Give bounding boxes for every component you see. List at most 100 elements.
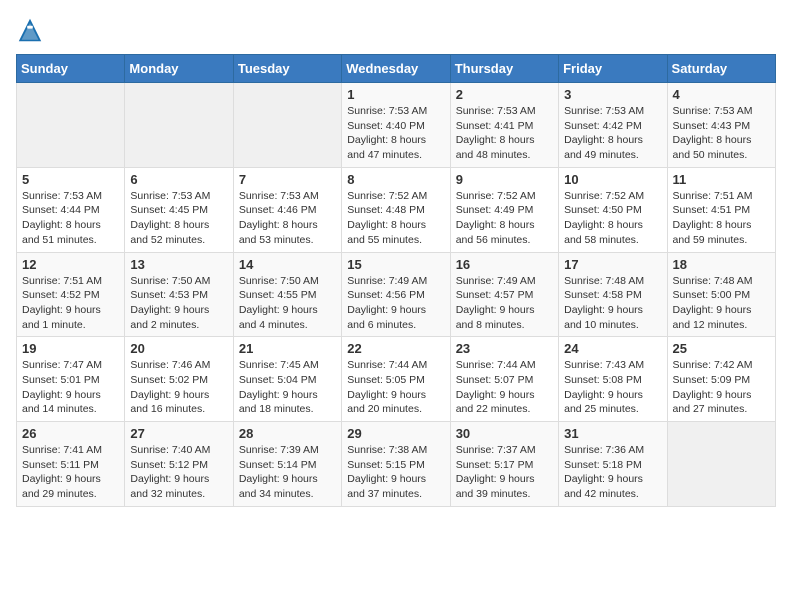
calendar-week-3: 12 Sunrise: 7:51 AM Sunset: 4:52 PM Dayli… [17, 252, 776, 337]
day-number: 25 [673, 341, 770, 356]
calendar-cell: 26Sunrise: 7:41 AM Sunset: 5:11 PM Dayli… [17, 422, 125, 507]
day-info: Sunrise: 7:48 AM Sunset: 5:00 PM Dayligh… [673, 274, 770, 333]
day-info: Sunrise: 7:52 AM Sunset: 4:48 PM Dayligh… [347, 189, 444, 248]
calendar-cell: 30 Sunrise: 7:37 AM Sunset: 5:17 PM Dayli… [450, 422, 558, 507]
calendar-cell: 23 Sunrise: 7:44 AM Sunset: 5:07 PM Dayli… [450, 337, 558, 422]
calendar-cell: 3 Sunrise: 7:53 AM Sunset: 4:42 PM Daylig… [559, 83, 667, 168]
weekday-header-row: SundayMondayTuesdayWednesdayThursdayFrid… [17, 55, 776, 83]
calendar-cell: 15Sunrise: 7:49 AM Sunset: 4:56 PM Dayli… [342, 252, 450, 337]
calendar-week-1: 1 Sunrise: 7:53 AM Sunset: 4:40 PM Daylig… [17, 83, 776, 168]
calendar-cell: 6 Sunrise: 7:53 AM Sunset: 4:45 PM Daylig… [125, 167, 233, 252]
day-number: 20 [130, 341, 227, 356]
calendar-cell: 5 Sunrise: 7:53 AM Sunset: 4:44 PM Daylig… [17, 167, 125, 252]
day-number: 9 [456, 172, 553, 187]
day-info: Sunrise: 7:53 AM Sunset: 4:44 PM Dayligh… [22, 189, 119, 248]
day-info: Sunrise: 7:51 AM Sunset: 4:52 PM Dayligh… [22, 274, 119, 333]
calendar-cell: 18Sunrise: 7:48 AM Sunset: 5:00 PM Dayli… [667, 252, 775, 337]
calendar-cell: 19Sunrise: 7:47 AM Sunset: 5:01 PM Dayli… [17, 337, 125, 422]
calendar-cell: 24 Sunrise: 7:43 AM Sunset: 5:08 PM Dayli… [559, 337, 667, 422]
day-info: Sunrise: 7:37 AM Sunset: 5:17 PM Dayligh… [456, 443, 553, 502]
day-number: 31 [564, 426, 661, 441]
day-number: 22 [347, 341, 444, 356]
day-info: Sunrise: 7:40 AM Sunset: 5:12 PM Dayligh… [130, 443, 227, 502]
calendar-cell: 4Sunrise: 7:53 AM Sunset: 4:43 PM Daylig… [667, 83, 775, 168]
calendar-cell: 22Sunrise: 7:44 AM Sunset: 5:05 PM Dayli… [342, 337, 450, 422]
day-number: 13 [130, 257, 227, 272]
day-info: Sunrise: 7:49 AM Sunset: 4:57 PM Dayligh… [456, 274, 553, 333]
day-info: Sunrise: 7:42 AM Sunset: 5:09 PM Dayligh… [673, 358, 770, 417]
calendar-cell: 27 Sunrise: 7:40 AM Sunset: 5:12 PM Dayli… [125, 422, 233, 507]
day-info: Sunrise: 7:53 AM Sunset: 4:41 PM Dayligh… [456, 104, 553, 163]
day-info: Sunrise: 7:50 AM Sunset: 4:53 PM Dayligh… [130, 274, 227, 333]
weekday-header-monday: Monday [125, 55, 233, 83]
calendar-cell: 17 Sunrise: 7:48 AM Sunset: 4:58 PM Dayli… [559, 252, 667, 337]
calendar-cell: 31 Sunrise: 7:36 AM Sunset: 5:18 PM Dayli… [559, 422, 667, 507]
calendar-cell [17, 83, 125, 168]
calendar-week-4: 19Sunrise: 7:47 AM Sunset: 5:01 PM Dayli… [17, 337, 776, 422]
calendar-cell: 29 Sunrise: 7:38 AM Sunset: 5:15 PM Dayli… [342, 422, 450, 507]
calendar-body: 1 Sunrise: 7:53 AM Sunset: 4:40 PM Daylig… [17, 83, 776, 507]
day-info: Sunrise: 7:38 AM Sunset: 5:15 PM Dayligh… [347, 443, 444, 502]
day-number: 26 [22, 426, 119, 441]
calendar-cell: 13 Sunrise: 7:50 AM Sunset: 4:53 PM Dayli… [125, 252, 233, 337]
day-number: 21 [239, 341, 336, 356]
day-info: Sunrise: 7:47 AM Sunset: 5:01 PM Dayligh… [22, 358, 119, 417]
day-info: Sunrise: 7:48 AM Sunset: 4:58 PM Dayligh… [564, 274, 661, 333]
day-info: Sunrise: 7:53 AM Sunset: 4:43 PM Dayligh… [673, 104, 770, 163]
day-number: 29 [347, 426, 444, 441]
day-number: 24 [564, 341, 661, 356]
day-number: 16 [456, 257, 553, 272]
weekday-header-saturday: Saturday [667, 55, 775, 83]
weekday-header-sunday: Sunday [17, 55, 125, 83]
day-number: 1 [347, 87, 444, 102]
calendar-cell [125, 83, 233, 168]
weekday-header-tuesday: Tuesday [233, 55, 341, 83]
day-number: 27 [130, 426, 227, 441]
calendar-cell: 2Sunrise: 7:53 AM Sunset: 4:41 PM Daylig… [450, 83, 558, 168]
day-info: Sunrise: 7:49 AM Sunset: 4:56 PM Dayligh… [347, 274, 444, 333]
calendar-table: SundayMondayTuesdayWednesdayThursdayFrid… [16, 54, 776, 507]
day-info: Sunrise: 7:52 AM Sunset: 4:50 PM Dayligh… [564, 189, 661, 248]
day-info: Sunrise: 7:50 AM Sunset: 4:55 PM Dayligh… [239, 274, 336, 333]
calendar-cell: 11Sunrise: 7:51 AM Sunset: 4:51 PM Dayli… [667, 167, 775, 252]
day-info: Sunrise: 7:52 AM Sunset: 4:49 PM Dayligh… [456, 189, 553, 248]
day-info: Sunrise: 7:53 AM Sunset: 4:42 PM Dayligh… [564, 104, 661, 163]
calendar-cell [233, 83, 341, 168]
day-number: 17 [564, 257, 661, 272]
day-number: 12 [22, 257, 119, 272]
weekday-header-friday: Friday [559, 55, 667, 83]
day-number: 28 [239, 426, 336, 441]
day-number: 30 [456, 426, 553, 441]
calendar-cell: 20Sunrise: 7:46 AM Sunset: 5:02 PM Dayli… [125, 337, 233, 422]
calendar-cell: 21 Sunrise: 7:45 AM Sunset: 5:04 PM Dayli… [233, 337, 341, 422]
calendar-cell: 12 Sunrise: 7:51 AM Sunset: 4:52 PM Dayli… [17, 252, 125, 337]
calendar-cell: 7 Sunrise: 7:53 AM Sunset: 4:46 PM Daylig… [233, 167, 341, 252]
day-number: 11 [673, 172, 770, 187]
day-info: Sunrise: 7:53 AM Sunset: 4:40 PM Dayligh… [347, 104, 444, 163]
day-info: Sunrise: 7:53 AM Sunset: 4:46 PM Dayligh… [239, 189, 336, 248]
day-number: 10 [564, 172, 661, 187]
logo-icon [16, 16, 44, 44]
logo [16, 16, 48, 44]
day-number: 14 [239, 257, 336, 272]
calendar-cell: 9 Sunrise: 7:52 AM Sunset: 4:49 PM Daylig… [450, 167, 558, 252]
weekday-header-wednesday: Wednesday [342, 55, 450, 83]
day-number: 6 [130, 172, 227, 187]
day-number: 23 [456, 341, 553, 356]
day-info: Sunrise: 7:39 AM Sunset: 5:14 PM Dayligh… [239, 443, 336, 502]
calendar-cell: 1 Sunrise: 7:53 AM Sunset: 4:40 PM Daylig… [342, 83, 450, 168]
calendar-cell: 8 Sunrise: 7:52 AM Sunset: 4:48 PM Daylig… [342, 167, 450, 252]
calendar-cell: 16 Sunrise: 7:49 AM Sunset: 4:57 PM Dayli… [450, 252, 558, 337]
day-info: Sunrise: 7:45 AM Sunset: 5:04 PM Dayligh… [239, 358, 336, 417]
day-number: 8 [347, 172, 444, 187]
calendar-cell: 28 Sunrise: 7:39 AM Sunset: 5:14 PM Dayli… [233, 422, 341, 507]
day-info: Sunrise: 7:53 AM Sunset: 4:45 PM Dayligh… [130, 189, 227, 248]
day-number: 5 [22, 172, 119, 187]
calendar-cell [667, 422, 775, 507]
day-info: Sunrise: 7:44 AM Sunset: 5:07 PM Dayligh… [456, 358, 553, 417]
calendar-week-5: 26Sunrise: 7:41 AM Sunset: 5:11 PM Dayli… [17, 422, 776, 507]
day-number: 3 [564, 87, 661, 102]
day-number: 7 [239, 172, 336, 187]
day-info: Sunrise: 7:36 AM Sunset: 5:18 PM Dayligh… [564, 443, 661, 502]
day-info: Sunrise: 7:43 AM Sunset: 5:08 PM Dayligh… [564, 358, 661, 417]
